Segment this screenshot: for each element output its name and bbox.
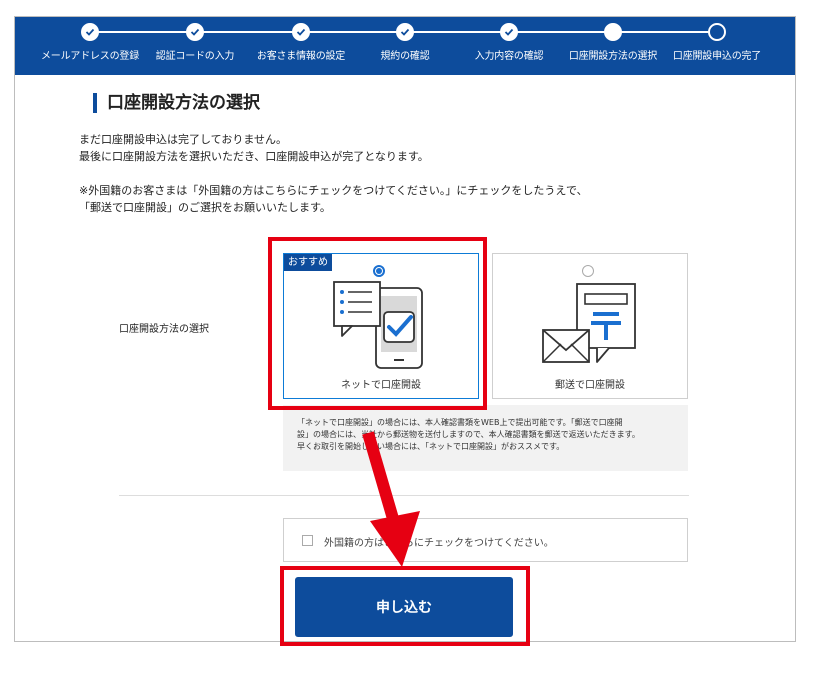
step-5-label: 入力内容の確認 [474, 51, 544, 62]
red-arrow-icon [362, 431, 420, 567]
option-mail-label: 郵送で口座開設 [555, 380, 625, 391]
step-7-label: 口座開設申込の完了 [672, 51, 762, 62]
page-title: 口座開設方法の選択 [93, 93, 260, 113]
step-6-label: 口座開設方法の選択 [568, 51, 658, 62]
step-connector-remaining [618, 31, 714, 33]
highlight-box-submit [280, 566, 530, 646]
step-7-pending-icon [708, 23, 726, 41]
method-note: 「ネットで口座開設」の場合には、本人確認書類をWEB上で提出可能です。「郵送で口… [283, 405, 688, 471]
intro-line-1: まだ口座開設申込は完了しておりません。 [79, 133, 288, 146]
method-row-label: 口座開設方法の選択 [119, 324, 209, 335]
step-3-check-icon [292, 23, 310, 41]
option-card-mail[interactable]: 郵送で口座開設 [492, 253, 688, 399]
foreign-notice-line-2: 「郵送で口座開設」のご選択をお願いいたします。 [79, 201, 331, 214]
foreign-checkbox-row[interactable]: 外国籍の方はこちらにチェックをつけてください。 [283, 518, 688, 562]
mail-post-icon [541, 280, 641, 376]
radio-mail[interactable] [582, 265, 594, 277]
foreign-checkbox[interactable] [302, 535, 313, 546]
step-2-label: 認証コードの入力 [155, 51, 235, 62]
step-5-check-icon [500, 23, 518, 41]
intro-line-2: 最後に口座開設方法を選択いただき、口座開設申込が完了となります。 [79, 150, 429, 163]
step-6-current-icon [604, 23, 622, 41]
foreign-notice-line-1: ※外国籍のお客さまは「外国籍の方はこちらにチェックをつけてください。」にチェック… [79, 184, 588, 197]
highlight-box-net-option [268, 237, 487, 410]
step-2-check-icon [186, 23, 204, 41]
step-4-check-icon [396, 23, 414, 41]
step-progress-bar: メールアドレスの登録 認証コードの入力 お客さま情報の設定 規約の確認 入力内容… [15, 17, 795, 75]
step-1-check-icon [81, 23, 99, 41]
step-4-label: 規約の確認 [380, 51, 430, 62]
step-1-label: メールアドレスの登録 [41, 51, 139, 62]
step-3-label: お客さま情報の設定 [256, 51, 346, 62]
step-connector [98, 31, 618, 33]
